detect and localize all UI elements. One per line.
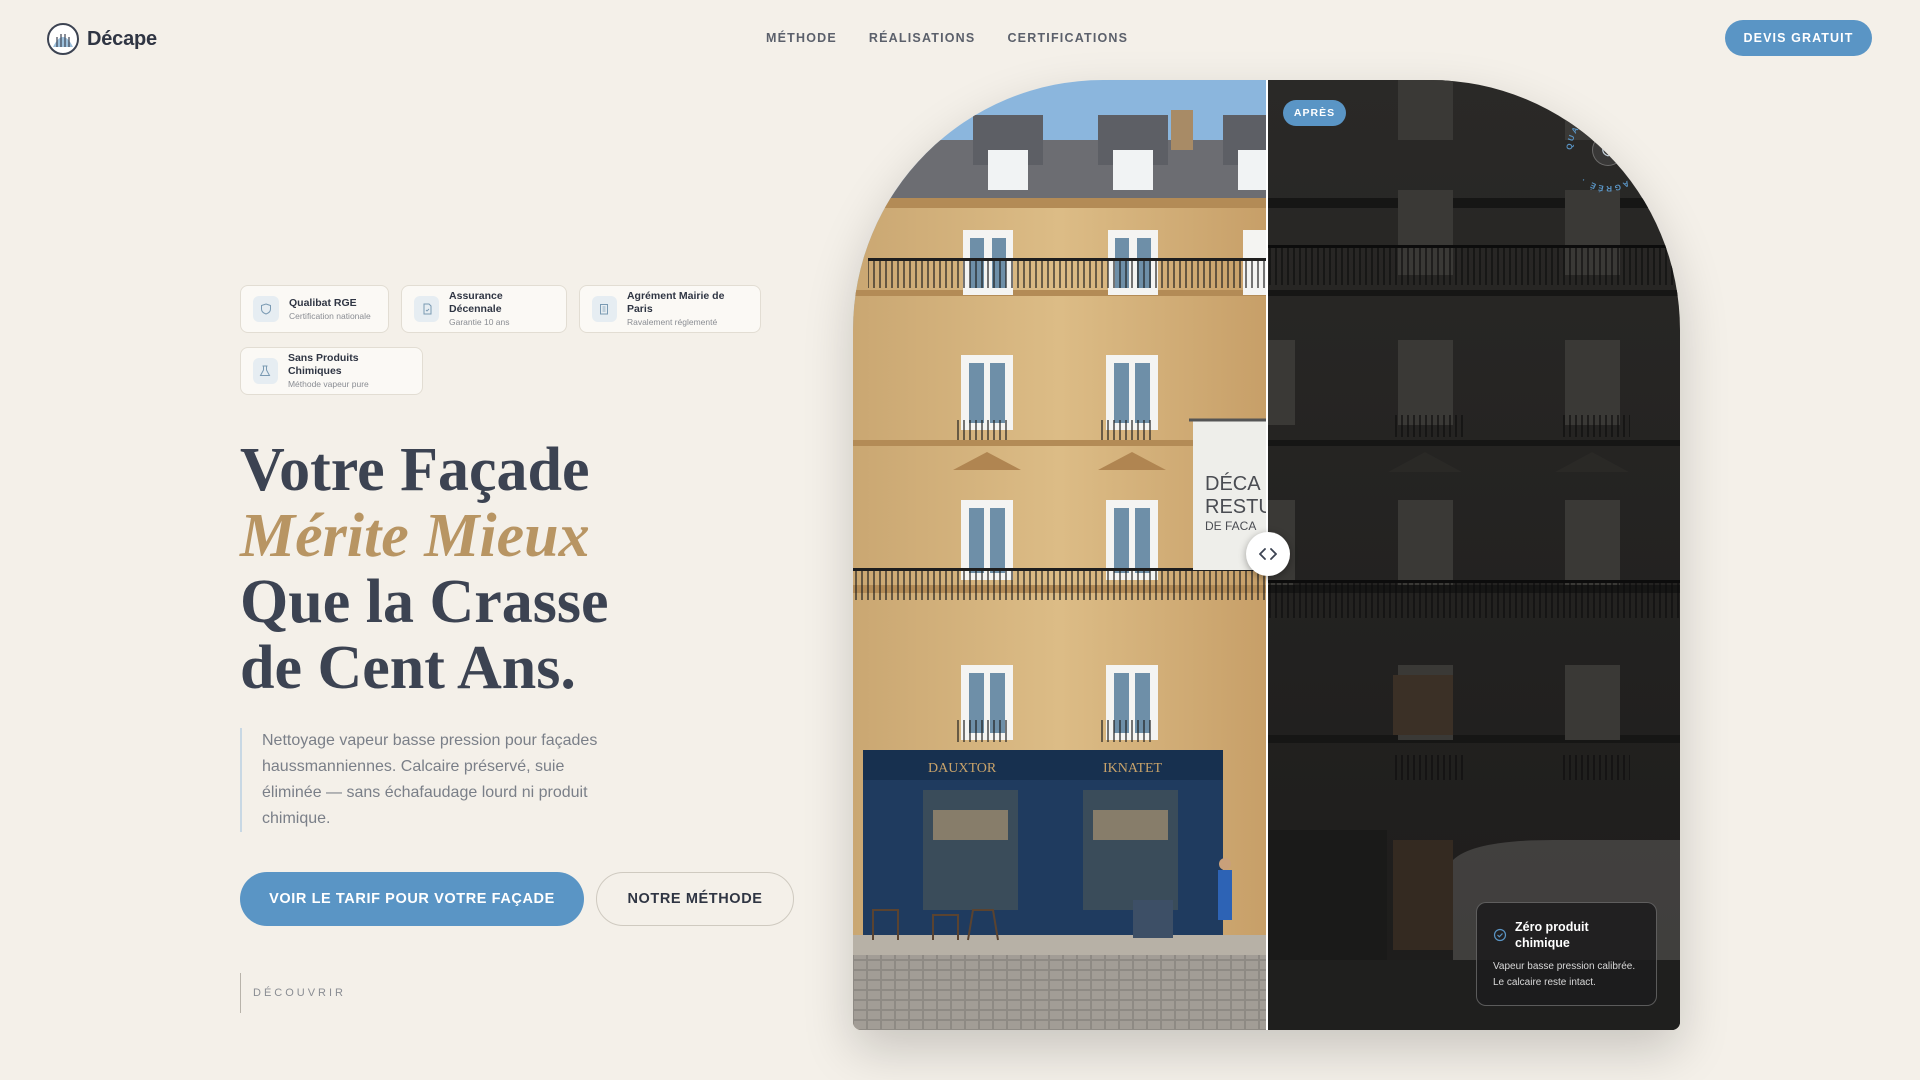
badge-assurance: Assurance Décennale Garantie 10 ans	[401, 285, 567, 333]
badge-title: Sans Produits Chimiques	[287, 352, 359, 377]
headline-line-2: Mérite Mieux	[240, 502, 590, 570]
badge-qualibat: Qualibat RGE Certification nationale	[240, 285, 389, 333]
badge-title: Qualibat RGE	[289, 296, 357, 309]
logo-icon	[47, 23, 79, 55]
discover-link[interactable]: DÉCOUVRIR	[240, 973, 346, 1013]
building-icon	[592, 296, 617, 322]
logo-text: Décape	[87, 27, 157, 50]
headline-line-1: Votre Façade	[240, 436, 590, 504]
banner-text-2: RESTU	[1205, 496, 1273, 518]
document-icon	[414, 296, 440, 322]
banner-text-1: DÉCA	[1205, 472, 1261, 495]
certification-seal: QUALIBAT RGE · PARIS · AGRÉÉ ·	[1563, 105, 1653, 195]
headline-line-3: Que la Crasse	[240, 568, 609, 636]
top-navigation: Décape MÉTHODE RÉALISATIONS CERTIFICATIO…	[0, 0, 1920, 76]
shop-sign-right: IKNATET	[1103, 761, 1163, 776]
code-arrows-icon	[1259, 548, 1277, 560]
see-price-button[interactable]: VOIR LE TARIF POUR VOTRE FAÇADE	[240, 872, 584, 926]
logo[interactable]: Décape	[47, 23, 157, 55]
badge-title: Agrément Mairie de Paris	[626, 290, 725, 315]
flask-icon	[253, 358, 278, 384]
shield-icon	[1592, 134, 1624, 166]
comparison-slider-handle[interactable]	[1246, 532, 1290, 576]
hero-headline: Votre Façade Mérite Mieux Que la Crasse …	[240, 437, 609, 701]
headline-line-4: de Cent Ans.	[240, 634, 576, 702]
shield-icon	[253, 296, 279, 322]
check-circle-icon	[1493, 928, 1507, 942]
info-card-title: Zéro produit chimique	[1515, 920, 1589, 950]
hero-lead-text: Nettoyage vapeur basse pression pour faç…	[240, 728, 620, 832]
badge-title: Assurance Décennale	[449, 290, 503, 315]
nav-link-methode[interactable]: MÉTHODE	[766, 31, 837, 45]
nav-link-realisations[interactable]: RÉALISATIONS	[869, 31, 976, 45]
before-after-comparison[interactable]: DÉCA RESTU DE FACA DAUXTOR IKNATET APRÈS…	[853, 80, 1680, 1030]
badge-sans-chimiques: Sans Produits Chimiques Méthode vapeur p…	[240, 347, 423, 395]
our-method-button[interactable]: NOTRE MÉTHODE	[596, 872, 794, 926]
banner-text-3: DE FACA	[1205, 519, 1256, 533]
badge-subtitle: Garantie 10 ans	[449, 317, 510, 327]
badge-subtitle: Ravalement réglementé	[626, 317, 718, 327]
nav-links: MÉTHODE RÉALISATIONS CERTIFICATIONS	[766, 31, 1128, 45]
after-label: APRÈS	[1283, 100, 1346, 126]
badge-subtitle: Méthode vapeur pure	[287, 379, 369, 389]
badge-agrement: Agrément Mairie de Paris Ravalement régl…	[579, 285, 761, 333]
shop-sign-left: DAUXTOR	[928, 761, 997, 776]
badge-subtitle: Certification nationale	[289, 310, 371, 321]
nav-link-certifications[interactable]: CERTIFICATIONS	[1007, 31, 1128, 45]
info-card-description: Vapeur basse pression calibrée. Le calca…	[1493, 961, 1636, 988]
zero-chemical-card: Zéro produit chimique Vapeur basse press…	[1476, 902, 1657, 1006]
free-quote-button[interactable]: DEVIS GRATUIT	[1725, 20, 1872, 56]
